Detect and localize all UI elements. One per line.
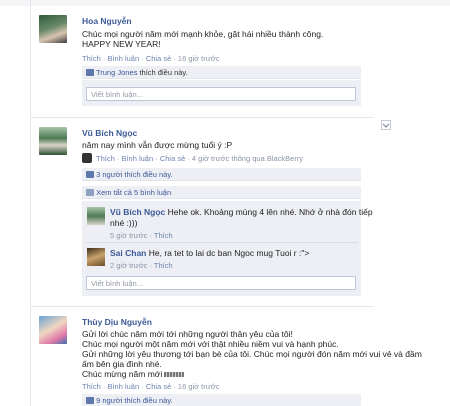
comment-link[interactable]: Bình luận [107,382,139,391]
thumbs-up-icon [86,397,94,404]
comment-icon [86,189,94,196]
comment-meta: 2 giờ trước · Thích [110,261,173,270]
post-actions: Thích · Bình luận · Chia sẻ · 4 giờ trướ… [96,154,304,163]
comment-line: nhé :))) [110,218,138,228]
likes-text[interactable]: 9 người thích điều này. [86,396,173,405]
comment-line: Sai Chan He, ra tet to lai dc ban Ngoc m… [110,248,309,258]
divider [30,117,374,118]
post-actions: Thích · Bình luận · Chia sẻ · 16 giờ trư… [82,382,220,391]
post-author[interactable]: Hoa Nguyễn [82,16,132,26]
comment-placeholder: Viết bình luận... [91,90,143,99]
comment-input[interactable]: Viết bình luận... [86,87,356,101]
likes-count[interactable]: 3 người thích điều này. [96,170,173,179]
commenter-name[interactable]: Vũ Bích Ngọc [110,207,165,217]
avatar[interactable] [87,207,105,225]
timestamp[interactable]: 2 giờ trước [110,261,147,270]
share-link[interactable]: Chia sẻ [146,54,171,63]
comment-input[interactable]: Viết bình luận... [86,276,356,290]
divider [30,306,374,307]
chevron-down-icon[interactable] [381,120,391,130]
blurred-text [164,372,185,377]
likes-text: Trung Jones thích điều này. [86,68,188,77]
timestamp[interactable]: 16 giờ trước [178,382,220,391]
likes-suffix: thích điều này. [139,68,188,77]
blackberry-icon [82,153,92,163]
comment-text: He, ra tet to lai dc ban Ngoc mug Tuoi r… [148,248,310,258]
view-all-link[interactable]: Xem tất cả 5 bình luận [86,188,171,197]
post-text-line: Chúc mừng năm mới [82,369,185,379]
timestamp[interactable]: 4 giờ trước thông qua BlackBerry [192,154,303,163]
comment-line: Vũ Bích Ngọc Hehe ok. Khoảng mùng 4 lên … [110,207,373,217]
likes-text[interactable]: 3 người thích điều này. [86,170,173,179]
comment-placeholder: Viết bình luận... [91,279,143,288]
view-all-bar: Xem tất cả 5 bình luận [82,186,361,199]
post-text-line: ấm bên gia đình nhé. [82,359,162,369]
view-all-text[interactable]: Xem tất cả 5 bình luận [96,188,171,197]
thumbs-up-icon [86,171,94,178]
comment-link[interactable]: Bình luận [121,154,153,163]
divider [86,242,358,243]
timestamp[interactable]: 16 giờ trước [178,54,220,63]
post-text-line: năm nay mình vẫn được mừng tuổi ý :P [82,140,233,150]
share-link[interactable]: Chia sẻ [146,382,171,391]
like-link[interactable]: Thích [154,231,173,240]
timestamp[interactable]: 5 giờ trước [110,231,147,240]
comment-meta: 5 giờ trước · Thích [110,231,173,240]
liker-name[interactable]: Trung Jones [96,68,137,77]
likes-bar: 9 người thích điều này. [82,394,361,406]
comment-text: Hehe ok. Khoảng mùng 4 lên nhé. Nhớ ở nh… [167,207,373,217]
likes-bar: Trung Jones thích điều này. [82,66,361,79]
like-link[interactable]: Thích [96,154,115,163]
post-text-line: Gửi lời chúc năm mới tới những người thâ… [82,329,293,339]
post-text-line: Chúc mọi người một năm mới với thật nhiề… [82,339,339,349]
post-author[interactable]: Vũ Bích Ngọc [82,128,137,138]
likes-count[interactable]: 9 người thích điều này. [96,396,173,405]
comment-link[interactable]: Bình luận [107,54,139,63]
avatar[interactable] [39,316,67,344]
commenter-name[interactable]: Sai Chan [110,248,146,258]
like-link[interactable]: Thích [82,54,101,63]
avatar[interactable] [39,127,67,155]
post-text: Chúc mừng năm mới [82,369,163,379]
post-actions: Thích · Bình luận · Chia sẻ · 16 giờ trư… [82,54,220,63]
share-link[interactable]: Chia sẻ [160,154,185,163]
post-text-line: Chúc mọi người năm mới mạnh khỏe, gặt há… [82,29,324,39]
thumbs-up-icon [86,69,94,76]
avatar[interactable] [87,248,105,266]
likes-bar: 3 người thích điều này. [82,168,361,181]
like-link[interactable]: Thích [82,382,101,391]
avatar[interactable] [39,15,67,43]
post-text-line: HAPPY NEW YEAR! [82,39,161,49]
post-text-line: Gửi những lời yêu thương tới bạn bè của … [82,349,422,359]
post-author[interactable]: Thùy Dịu Nguyễn [82,317,152,327]
like-link[interactable]: Thích [154,261,173,270]
